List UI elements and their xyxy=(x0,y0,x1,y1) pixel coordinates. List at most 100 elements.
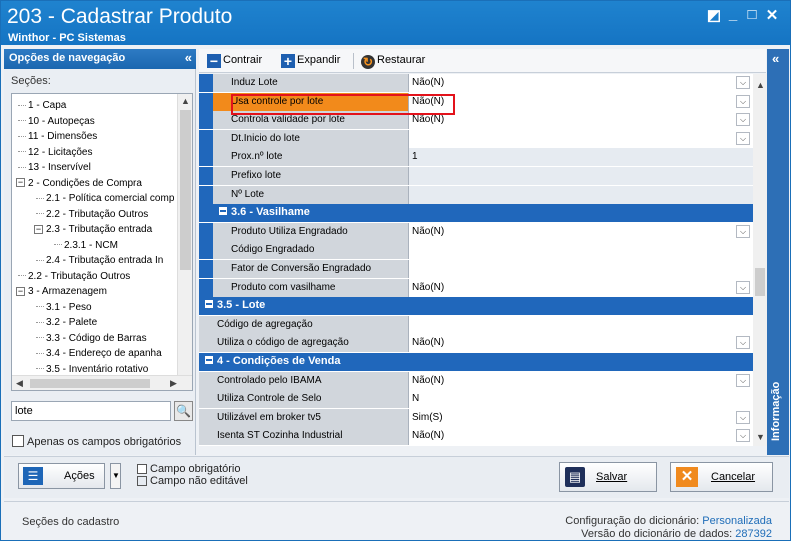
acoes-button[interactable]: ☰ Ações xyxy=(18,463,105,489)
section-search-input[interactable]: lote xyxy=(11,401,171,421)
grid-section-header[interactable]: 3.6 - Vasilhame xyxy=(199,204,753,223)
grid-row: Induz Lote Não(N) ⌵ xyxy=(199,74,753,92)
field-value-text: Não(N) xyxy=(412,77,445,88)
tree-item[interactable]: −2 - Condições de Compra xyxy=(16,176,142,191)
chevron-down-icon[interactable]: ⌵ xyxy=(736,410,750,424)
field-value[interactable]: Não(N) ⌵ xyxy=(409,222,753,241)
scroll-left-icon[interactable]: ◀ xyxy=(16,378,23,389)
grid-section-header[interactable]: 4 - Condições de Venda xyxy=(199,353,753,371)
tree-item[interactable]: 10 - Autopeças xyxy=(18,114,95,129)
information-panel-tab[interactable]: « Informação xyxy=(767,49,789,455)
scroll-up-icon[interactable]: ▲ xyxy=(756,80,765,90)
chevron-down-icon[interactable]: ⌵ xyxy=(736,224,750,238)
sections-tree[interactable]: 1 - Capa 10 - Autopeças 11 - Dimensões 12 -… xyxy=(11,93,193,391)
restaurar-button[interactable]: ↻ Restaurar xyxy=(361,54,425,69)
chevron-down-icon[interactable]: ⌵ xyxy=(736,336,750,350)
section-collapse-icon[interactable] xyxy=(205,356,213,364)
search-icon[interactable]: 🔍 xyxy=(174,401,193,421)
field-value[interactable]: Não(N) ⌵ xyxy=(409,92,753,111)
tree-vertical-scrollbar[interactable]: ▲ xyxy=(177,94,192,376)
field-value[interactable] xyxy=(409,315,753,334)
tree-hscroll-thumb[interactable] xyxy=(30,379,150,388)
tree-item[interactable]: 2.3.1 - NCM xyxy=(54,238,118,253)
collapse-nav-icon[interactable]: « xyxy=(185,50,192,65)
chevron-down-icon[interactable]: ⌵ xyxy=(736,76,750,89)
chevron-down-icon[interactable]: ⌵ xyxy=(736,113,750,127)
tree-connector xyxy=(54,244,62,246)
tree-item[interactable]: 11 - Dimensões xyxy=(18,129,97,144)
required-only-checkbox[interactable]: Apenas os campos obrigatórios xyxy=(12,435,181,448)
field-value[interactable]: ⌵ xyxy=(409,129,753,148)
restore-icon[interactable]: ◩ xyxy=(705,6,723,24)
section-indent-bar xyxy=(199,129,213,148)
maximize-button[interactable]: □ xyxy=(743,6,761,23)
salvar-button[interactable]: ▤ Salvar xyxy=(559,462,657,492)
tree-item[interactable]: 2.1 - Política comercial comp xyxy=(36,191,174,206)
section-indent-bar xyxy=(199,148,213,167)
field-value[interactable]: Não(N) ⌵ xyxy=(409,334,753,353)
tree-collapse-icon[interactable]: − xyxy=(16,286,25,296)
field-value[interactable]: Não(N) ⌵ xyxy=(409,427,753,446)
field-label: Nº Lote xyxy=(213,185,409,204)
field-value[interactable] xyxy=(409,167,753,185)
tree-item[interactable]: −3 - Armazenagem xyxy=(16,284,107,299)
tree-item[interactable]: −2.3 - Tributação entrada xyxy=(34,222,152,237)
checkbox-icon[interactable] xyxy=(12,435,24,447)
tree-item[interactable]: 1 - Capa xyxy=(18,98,66,113)
field-value[interactable]: 1 xyxy=(409,148,753,167)
field-value[interactable] xyxy=(409,260,753,278)
scroll-down-icon[interactable]: ▼ xyxy=(756,432,765,442)
chevron-down-icon[interactable]: ⌵ xyxy=(736,280,750,294)
tree-item[interactable]: 2.2 - Tributação Outros xyxy=(36,207,148,222)
grid-row: Prefixo lote xyxy=(199,167,753,185)
grid-vertical-scrollbar[interactable]: ▲ ▼ xyxy=(753,74,767,446)
grid-row: Nº Lote xyxy=(199,185,753,204)
field-value[interactable] xyxy=(409,185,753,204)
section-collapse-icon[interactable] xyxy=(205,300,213,309)
section-collapse-icon[interactable] xyxy=(219,207,227,216)
field-value[interactable] xyxy=(409,241,753,260)
tree-item[interactable]: 3.2 - Palete xyxy=(36,315,97,330)
save-icon: ▤ xyxy=(565,467,585,487)
tree-item[interactable]: 3.3 - Código de Barras xyxy=(36,331,147,346)
chevron-down-icon[interactable]: ⌵ xyxy=(736,131,750,145)
scroll-right-icon[interactable]: ▶ xyxy=(170,378,177,389)
tree-collapse-icon[interactable]: − xyxy=(16,178,25,188)
tree-item[interactable]: 2.4 - Tributação entrada In xyxy=(36,253,163,268)
scroll-up-icon[interactable]: ▲ xyxy=(181,96,190,106)
tree-item-label: 13 - Inservível xyxy=(28,162,91,173)
field-value[interactable]: Não(N) ⌵ xyxy=(409,278,753,297)
status-bar: Seções do cadastro Configuração do dicio… xyxy=(4,501,789,540)
chevron-down-icon[interactable]: ⌵ xyxy=(736,429,750,443)
grid-section-header[interactable]: 3.5 - Lote xyxy=(199,297,753,316)
version-label: Versão do dicionário de dados: xyxy=(581,528,733,540)
close-button[interactable]: ✕ xyxy=(763,6,781,24)
field-value[interactable]: N xyxy=(409,390,753,409)
collapse-info-icon[interactable]: « xyxy=(772,51,779,66)
chevron-down-icon[interactable]: ⌵ xyxy=(736,94,750,108)
tree-horizontal-scrollbar[interactable]: ◀ ▶ xyxy=(12,375,192,390)
tree-item[interactable]: 3.5 - Inventário rotativo xyxy=(36,362,148,377)
minimize-button[interactable]: _ xyxy=(724,6,742,23)
tree-item[interactable]: 13 - Inservível xyxy=(18,160,91,175)
tree-item[interactable]: 3.4 - Endereço de apanha xyxy=(36,346,162,361)
field-label-text: Utilizável em broker tv5 xyxy=(217,411,321,423)
expandir-button[interactable]: + Expandir xyxy=(281,54,340,68)
field-value[interactable]: Não(N) ⌵ xyxy=(409,74,753,92)
field-value[interactable]: Sim(S) ⌵ xyxy=(409,408,753,427)
contrair-button[interactable]: − Contrair xyxy=(207,54,262,68)
cancelar-button[interactable]: ✕ Cancelar xyxy=(670,462,773,492)
field-label-text: Produto com vasilhame xyxy=(231,281,336,293)
tree-item[interactable]: 3.1 - Peso xyxy=(36,300,92,315)
tree-collapse-icon[interactable]: − xyxy=(34,224,43,234)
acoes-dropdown-button[interactable]: ▼ xyxy=(110,463,121,489)
field-value[interactable]: Não(N) ⌵ xyxy=(409,111,753,130)
tree-scroll-thumb[interactable] xyxy=(180,110,191,270)
grid-row: Fator de Conversão Engradado xyxy=(199,260,753,278)
grid-scroll-thumb[interactable] xyxy=(755,268,765,296)
navigation-panel: Opções de navegação « Seções: 1 - Capa 10… xyxy=(4,49,196,455)
tree-item[interactable]: 12 - Licitações xyxy=(18,145,92,160)
field-value[interactable]: Não(N) ⌵ xyxy=(409,371,753,390)
chevron-down-icon[interactable]: ⌵ xyxy=(736,373,750,387)
tree-item[interactable]: 2.2 - Tributação Outros xyxy=(18,269,130,284)
